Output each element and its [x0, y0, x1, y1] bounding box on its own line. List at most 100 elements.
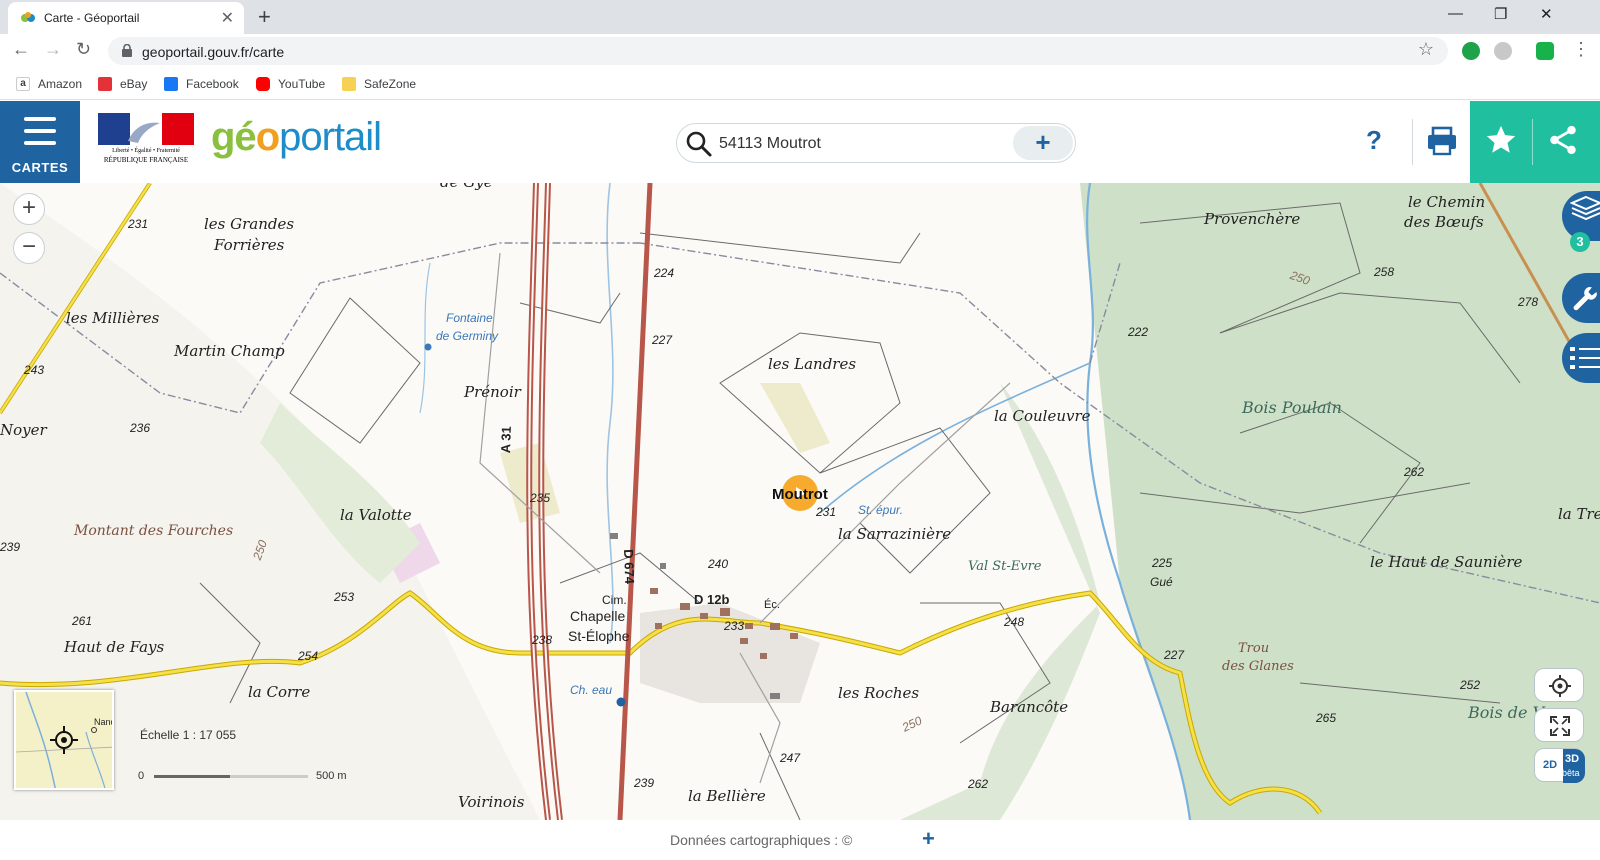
place-label: la Tre [1558, 505, 1600, 523]
search-icon[interactable] [685, 130, 713, 158]
forest-label: Bois de V [1468, 703, 1545, 722]
expand-icon [1550, 716, 1570, 736]
place-label: des Bœufs [1404, 213, 1484, 231]
place-label: Gué [1150, 575, 1173, 589]
adblock-extension-icon[interactable] [1462, 42, 1480, 60]
bookmark-safezone[interactable]: SafeZone [342, 75, 416, 93]
bookmark-star-icon[interactable]: ☆ [1418, 39, 1434, 60]
panel-divider [1532, 119, 1533, 165]
attribution-text: Données cartographiques : © [670, 832, 853, 848]
forward-icon[interactable]: → [44, 39, 62, 60]
place-label: Voirinois [458, 793, 525, 811]
altitude-label: 225 [1152, 556, 1173, 570]
altitude-label: 240 [708, 557, 729, 571]
ebay-icon [98, 77, 112, 91]
road-label-d12b: D 12b [694, 592, 730, 607]
cartes-menu-button[interactable]: CARTES [0, 101, 80, 183]
altitude-label: 235 [530, 491, 551, 505]
place-label: Martin Champ [174, 342, 285, 360]
extension-icon[interactable] [1494, 42, 1512, 60]
altitude-label: 252 [1460, 678, 1481, 692]
place-label: Noyer [0, 421, 47, 439]
minimap-graphic [16, 692, 112, 788]
layer-count-badge: 3 [1570, 232, 1590, 252]
geoportail-header: CARTES Liberté • Égalité • Fraternité RÉ… [0, 101, 1600, 183]
browser-tab[interactable]: Carte - Géoportail ✕ [8, 2, 244, 34]
beta-label: bêta [1562, 768, 1580, 778]
help-button[interactable]: ? [1366, 125, 1382, 156]
facebook-icon [164, 77, 178, 91]
bookmark-amazon[interactable]: a Amazon [16, 75, 82, 93]
place-label: Val St-Evre [968, 559, 1042, 574]
bookmarks-bar: a Amazon eBay Facebook YouTube SafeZone [0, 68, 1600, 100]
search-bar[interactable]: + [676, 123, 1076, 163]
place-label: Forrières [214, 236, 285, 254]
zoom-out-button[interactable]: − [13, 232, 45, 264]
maximize-icon[interactable]: ❐ [1494, 5, 1507, 23]
marianne-flag-icon [98, 113, 194, 145]
place-label: la Couleuvre [994, 407, 1091, 425]
geolocate-button[interactable] [1534, 668, 1584, 702]
altitude-label: 248 [1004, 615, 1025, 629]
minimap-city-label: Nanc [94, 717, 114, 727]
view-mode-toggle[interactable]: 2D 3D bêta [1534, 748, 1585, 783]
url-text: geoportail.gouv.fr/carte [142, 44, 285, 60]
browser-menu-icon[interactable]: ⋮ [1572, 39, 1590, 60]
altitude-label: 258 [1374, 265, 1395, 279]
place-label: Cim. [602, 593, 627, 607]
list-icon [1570, 347, 1600, 369]
water-label: Ch. eau [570, 683, 613, 697]
republique-francaise-logo[interactable]: Liberté • Égalité • Fraternité RÉPUBLIQU… [98, 113, 194, 171]
favorite-star-icon[interactable] [1484, 123, 1518, 157]
town-label: Chapelle [570, 608, 626, 624]
minimize-icon[interactable]: — [1448, 5, 1463, 22]
place-label: le Haut de Saunière [1370, 553, 1523, 571]
advanced-search-button[interactable]: + [1013, 126, 1073, 160]
altitude-label: 227 [1164, 648, 1185, 662]
shield-extension-icon[interactable] [1536, 42, 1554, 60]
place-label: les Landres [768, 355, 857, 373]
geoportail-logo[interactable]: géoportail [211, 115, 382, 160]
altitude-label: 262 [968, 777, 989, 791]
mode-3d-button[interactable]: 3D [1565, 753, 1579, 765]
altitude-label: 278 [1518, 295, 1539, 309]
place-label: Barancôte [990, 698, 1069, 716]
altitude-label: 233 [724, 619, 745, 633]
altitude-label: 236 [130, 421, 151, 435]
water-tower-point [616, 697, 626, 707]
share-icon[interactable] [1546, 123, 1580, 157]
overview-minimap[interactable]: Nanc [14, 690, 114, 790]
place-label: la Bellière [688, 787, 766, 805]
place-label: Trou [1238, 641, 1270, 656]
attribution-more-button[interactable]: + [922, 826, 935, 852]
zoom-in-button[interactable]: + [13, 193, 45, 225]
back-icon[interactable]: ← [12, 39, 30, 60]
bookmark-ebay[interactable]: eBay [98, 75, 147, 93]
search-input[interactable] [719, 135, 999, 153]
reload-icon[interactable]: ↻ [76, 39, 91, 60]
bookmark-youtube[interactable]: YouTube [256, 75, 325, 93]
place-label: Montant des Fourches [74, 523, 234, 539]
fullscreen-button[interactable] [1534, 708, 1584, 742]
water-label: St. épur. [858, 503, 903, 517]
water-label: de Germiny [436, 329, 499, 343]
place-label: Haut de Fays [64, 638, 165, 656]
bookmark-facebook[interactable]: Facebook [164, 75, 239, 93]
altitude-label: 231 [128, 217, 149, 231]
close-window-icon[interactable]: ✕ [1540, 5, 1553, 23]
altitude-label: 239 [634, 776, 655, 790]
amazon-icon: a [16, 77, 30, 91]
road-label-a31: A 31 [498, 426, 514, 454]
layers-icon [1570, 195, 1600, 221]
place-label: Prénoir [464, 383, 521, 401]
close-tab-icon[interactable]: ✕ [221, 8, 234, 28]
mode-2d-button[interactable]: 2D [1543, 759, 1557, 771]
print-icon[interactable] [1424, 123, 1460, 159]
address-bar[interactable]: geoportail.gouv.fr/carte ☆ [108, 37, 1448, 65]
place-label: les Grandes [204, 215, 295, 233]
new-tab-button[interactable]: + [258, 4, 271, 30]
altitude-label: 243 [24, 363, 45, 377]
place-label: la Sarrazinière [838, 525, 952, 543]
altitude-label: 224 [654, 266, 675, 280]
folder-icon [342, 77, 356, 91]
